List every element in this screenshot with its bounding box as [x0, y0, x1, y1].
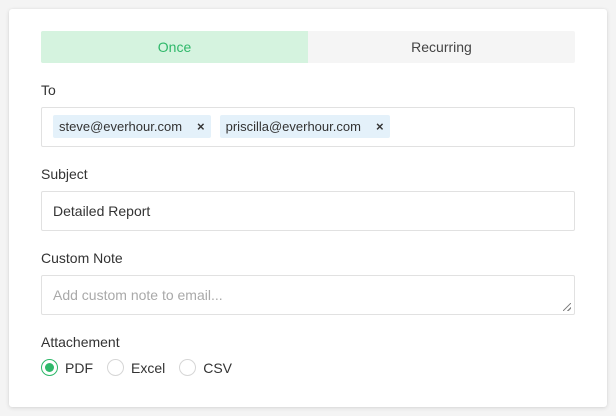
form: Once Recurring To steve@everhour.com × p…: [41, 31, 575, 376]
attachment-format-group: PDF Excel CSV: [41, 359, 232, 376]
custom-note-label: Custom Note: [41, 250, 123, 266]
subject-field-wrapper: [41, 191, 575, 231]
recipients-field[interactable]: steve@everhour.com × priscilla@everhour.…: [41, 107, 575, 147]
recipient-chip: steve@everhour.com ×: [53, 115, 211, 138]
recipient-email: steve@everhour.com: [59, 119, 183, 134]
custom-note-textarea[interactable]: [42, 276, 574, 314]
to-label: To: [41, 82, 56, 98]
subject-label: Subject: [41, 166, 88, 182]
radio-label-pdf: PDF: [65, 359, 93, 376]
custom-note-wrapper: [41, 275, 575, 315]
radio-label-csv: CSV: [203, 359, 233, 376]
radio-label-excel: Excel: [131, 359, 166, 376]
subject-input[interactable]: [42, 192, 574, 230]
send-report-card: Once Recurring To steve@everhour.com × p…: [9, 9, 607, 407]
frequency-toggle: Once Recurring: [41, 31, 575, 63]
radio-pdf[interactable]: PDF: [41, 359, 93, 376]
radio-unchecked-icon[interactable]: [179, 359, 197, 376]
tab-once[interactable]: Once: [41, 31, 308, 63]
recipient-email: priscilla@everhour.com: [225, 119, 361, 134]
radio-unchecked-icon[interactable]: [107, 359, 124, 376]
radio-checked-icon[interactable]: [41, 359, 58, 376]
tab-recurring[interactable]: Recurring: [308, 31, 575, 63]
recipient-chip: priscilla@everhour.com ×: [219, 115, 390, 138]
resize-handle-icon[interactable]: [563, 303, 571, 311]
remove-recipient-icon[interactable]: ×: [197, 119, 205, 134]
radio-excel[interactable]: Excel: [107, 359, 165, 376]
remove-recipient-icon[interactable]: ×: [376, 119, 384, 134]
attachment-label: Attachement: [41, 334, 120, 350]
radio-csv[interactable]: CSV: [179, 359, 232, 376]
